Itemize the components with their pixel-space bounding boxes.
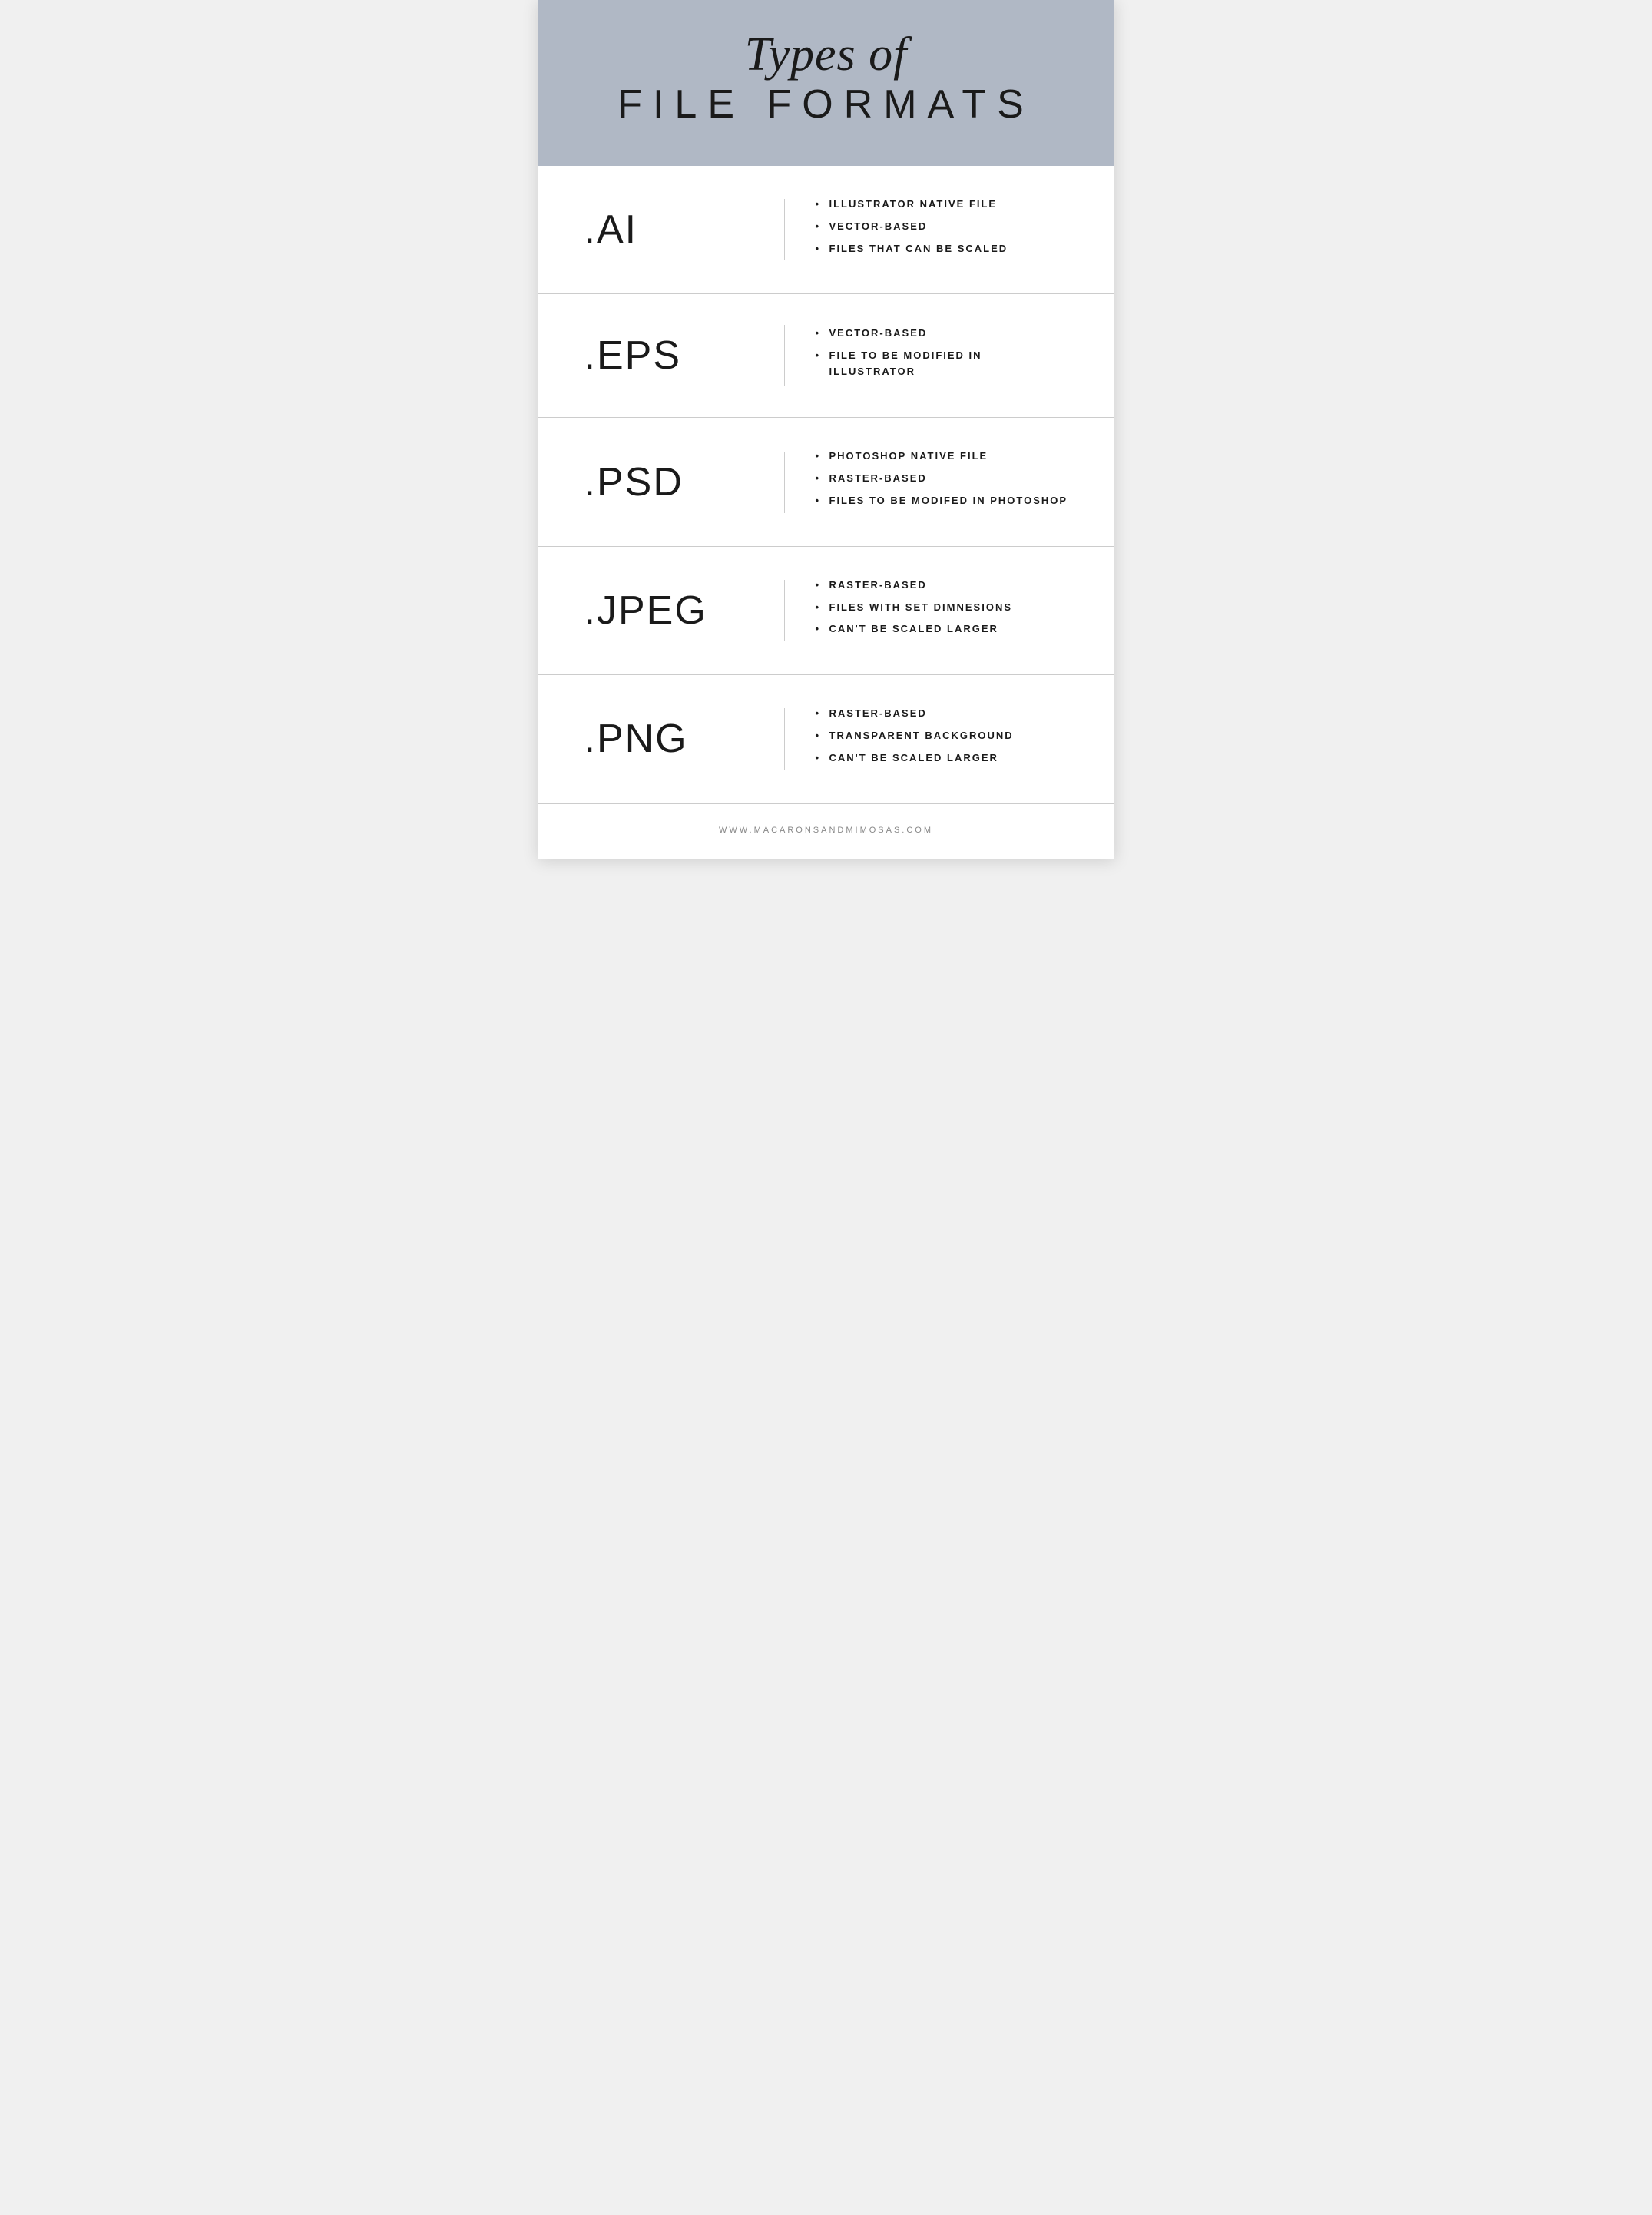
format-label: .AI [584, 207, 753, 253]
format-details: RASTER-BASED FILES WITH SET DIMNESIONS CAN… [816, 578, 1068, 644]
list-item: FILES WITH SET DIMNESIONS [816, 600, 1068, 616]
list-item: CAN'T BE SCALED LARGER [816, 621, 1068, 637]
format-divider [784, 199, 785, 260]
format-divider [784, 452, 785, 513]
format-details: ILLUSTRATOR NATIVE FILE VECTOR-BASED FILES… [816, 197, 1068, 263]
content: .AI ILLUSTRATOR NATIVE FILE VECTOR-BASED FI… [538, 166, 1114, 803]
list-item: PHOTOSHOP NATIVE FILE [816, 449, 1068, 465]
list-item: RASTER-BASED [816, 471, 1068, 487]
list-item: FILE TO BE MODIFIED IN ILLUSTRATOR [816, 348, 1068, 380]
list-item: VECTOR-BASED [816, 219, 1068, 235]
page: Types of FILE FORMATS .AI ILLUSTRATOR NAT… [538, 0, 1114, 859]
list-item: RASTER-BASED [816, 706, 1068, 722]
format-label: .PSD [584, 459, 753, 505]
list-item: RASTER-BASED [816, 578, 1068, 594]
list-item: CAN'T BE SCALED LARGER [816, 750, 1068, 766]
format-divider [784, 708, 785, 770]
format-details: PHOTOSHOP NATIVE FILE RASTER-BASED FILES T… [816, 449, 1068, 515]
format-label: .EPS [584, 333, 753, 379]
format-row: .EPS VECTOR-BASED FILE TO BE MODIFIED IN I… [538, 294, 1114, 418]
format-divider [784, 580, 785, 641]
format-label: .JPEG [584, 588, 753, 634]
list-item: TRANSPARENT BACKGROUND [816, 728, 1068, 744]
format-row: .PSD PHOTOSHOP NATIVE FILE RASTER-BASED FIL… [538, 418, 1114, 546]
format-details: VECTOR-BASED FILE TO BE MODIFIED IN ILLUS… [816, 326, 1068, 386]
format-row: .JPEG RASTER-BASED FILES WITH SET DIMNESIO… [538, 547, 1114, 675]
footer-url: www.MACARONSANDMIMOSAS.com [719, 826, 933, 835]
list-item: ILLUSTRATOR NATIVE FILE [816, 197, 1068, 213]
format-details: RASTER-BASED TRANSPARENT BACKGROUND CAN'T … [816, 706, 1068, 772]
list-item: VECTOR-BASED [816, 326, 1068, 342]
header-script-title: Types of [584, 31, 1068, 78]
list-item: FILES TO BE MODIFED IN PHOTOSHOP [816, 493, 1068, 509]
format-label: .PNG [584, 716, 753, 762]
format-row: .AI ILLUSTRATOR NATIVE FILE VECTOR-BASED FI… [538, 166, 1114, 294]
header: Types of FILE FORMATS [538, 0, 1114, 166]
footer: www.MACARONSANDMIMOSAS.com [538, 803, 1114, 859]
header-main-title: FILE FORMATS [584, 81, 1068, 127]
format-divider [784, 325, 785, 386]
list-item: FILES THAT CAN BE SCALED [816, 241, 1068, 257]
format-row: .PNG RASTER-BASED TRANSPARENT BACKGROUND CA… [538, 675, 1114, 803]
